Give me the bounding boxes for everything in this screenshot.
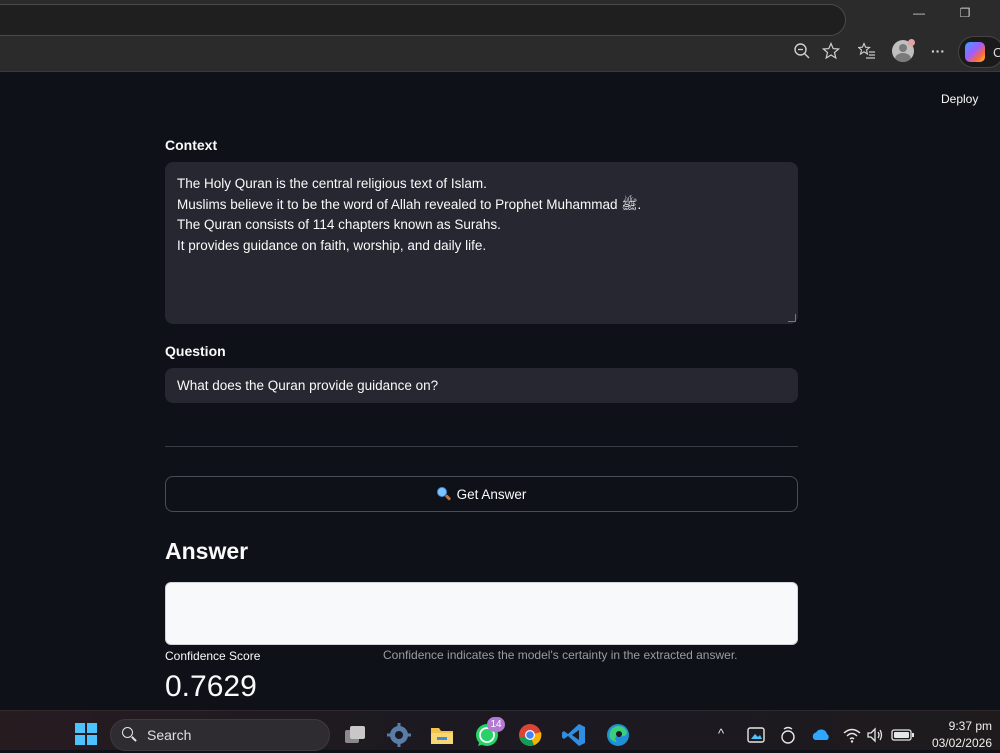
deploy-button[interactable]: Deploy — [932, 90, 987, 108]
question-value: What does the Quran provide guidance on? — [177, 378, 439, 393]
question-input[interactable]: What does the Quran provide guidance on? — [165, 368, 798, 403]
taskbar-search-label: Search — [147, 727, 192, 743]
get-answer-button[interactable]: Get Answer — [165, 476, 798, 512]
copilot-label: C — [993, 45, 1000, 60]
whatsapp-badge: 14 — [487, 717, 505, 732]
wifi-icon[interactable] — [843, 726, 861, 744]
more-options-icon[interactable]: ··· — [927, 40, 949, 62]
windows-start-icon[interactable] — [75, 723, 97, 745]
battery-icon[interactable] — [891, 727, 915, 743]
divider — [165, 446, 798, 447]
resize-handle[interactable] — [788, 314, 796, 322]
context-line: The Quran consists of 114 chapters known… — [177, 217, 501, 232]
context-line: The Holy Quran is the central religious … — [177, 176, 487, 191]
sync-icon[interactable] — [779, 725, 797, 745]
favorite-star-icon[interactable] — [820, 40, 842, 62]
minimize-button[interactable]: — — [896, 0, 942, 26]
onedrive-icon[interactable] — [810, 726, 832, 744]
context-textarea[interactable]: The Holy Quran is the central religious … — [165, 162, 798, 324]
task-view-icon[interactable] — [342, 722, 368, 748]
file-explorer-icon[interactable] — [429, 722, 455, 748]
notification-dot — [908, 39, 915, 46]
app-menu-icon[interactable]: ⋮ — [995, 90, 1000, 107]
magnifier-icon — [436, 487, 451, 501]
clock-date[interactable]: 03/02/2026 — [925, 736, 992, 750]
context-label: Context — [165, 137, 218, 153]
context-line: Muslims believe it to be the word of All… — [177, 196, 642, 212]
get-answer-label: Get Answer — [456, 486, 527, 502]
edge-icon[interactable] — [605, 722, 631, 748]
zoom-icon[interactable] — [791, 40, 813, 62]
cloud-photos-icon[interactable] — [746, 725, 766, 745]
answer-heading: Answer — [165, 538, 249, 564]
answer-output — [165, 582, 798, 645]
tray-overflow-icon[interactable]: ^ — [718, 726, 724, 741]
address-bar[interactable] — [0, 4, 846, 36]
favorites-list-icon[interactable] — [856, 40, 878, 62]
browser-toolbar — [0, 32, 1000, 72]
confidence-label: Confidence Score — [165, 649, 261, 663]
taskbar-search[interactable] — [110, 719, 330, 751]
confidence-note: Confidence indicates the model's certain… — [383, 648, 738, 662]
context-line: It provides guidance on faith, worship, … — [177, 237, 487, 253]
copilot-icon[interactable] — [965, 42, 985, 62]
search-icon — [122, 727, 138, 743]
settings-gear-icon[interactable] — [386, 722, 412, 748]
restore-button[interactable]: ❐ — [942, 0, 988, 26]
volume-icon[interactable] — [866, 726, 884, 744]
chrome-icon[interactable] — [517, 722, 543, 748]
confidence-value: 0.7629 — [165, 670, 257, 703]
vscode-icon[interactable] — [561, 722, 587, 748]
clock-time[interactable]: 9:37 pm — [940, 719, 992, 733]
question-label: Question — [165, 343, 226, 359]
